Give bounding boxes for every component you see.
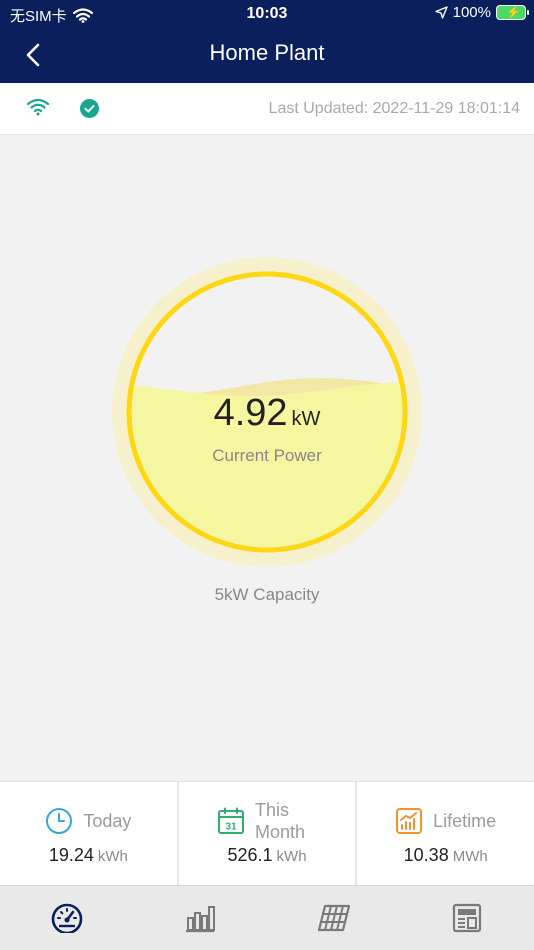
trending-chart-icon (396, 808, 423, 834)
check-circle-icon (80, 99, 99, 118)
stat-month-unit: kWh (276, 848, 307, 865)
stat-today-label: Today (83, 811, 132, 831)
wifi-icon (26, 98, 50, 116)
clock-icon (46, 808, 73, 834)
bottom-tab-bar (0, 885, 534, 950)
calendar-icon: 31 (218, 807, 244, 834)
current-power-readout: 4.92 kW (0, 392, 534, 435)
current-power-label: Current Power (212, 446, 322, 465)
connection-status (26, 97, 50, 122)
energy-stats: Today 19.24 kWh 31 This Month 526.1 kWh Li… (0, 781, 534, 885)
battery-icon: ⚡ (496, 5, 529, 20)
stat-lifetime[interactable]: Lifetime 10.38 MWh (357, 782, 534, 885)
stat-month-value: 526.1 (227, 845, 273, 865)
stat-month-label: This Month (255, 800, 306, 842)
speedometer-icon (51, 903, 83, 933)
tab-solar-panels[interactable] (267, 886, 401, 950)
location-arrow-icon (434, 6, 448, 19)
bar-chart-icon (186, 906, 216, 933)
stat-today-value: 19.24 (48, 845, 94, 865)
page-title: Home Plant (209, 40, 325, 65)
stat-lifetime-unit: MWh (452, 848, 488, 865)
svg-text:31: 31 (225, 822, 237, 833)
stat-today-unit: kWh (97, 848, 128, 865)
current-power-value: 4.92 (213, 392, 288, 434)
tab-news[interactable] (401, 886, 534, 950)
stat-this-month[interactable]: 31 This Month 526.1 kWh (178, 782, 356, 885)
last-updated-text: Last Updated: 2022-11-29 18:01:14 (268, 100, 520, 117)
status-right-group: 100% ⚡ (434, 4, 529, 21)
newspaper-icon (453, 903, 482, 933)
app-header: 无SIM卡 10:03 100% ⚡ Home Plant (0, 0, 534, 83)
tab-statistics[interactable] (134, 886, 268, 950)
tab-dashboard[interactable] (0, 886, 134, 950)
status-bar: 无SIM卡 10:03 100% ⚡ (0, 0, 534, 28)
stat-lifetime-value: 10.38 (403, 845, 449, 865)
current-power-unit: kW (291, 408, 321, 430)
stat-today[interactable]: Today 19.24 kWh (0, 782, 177, 885)
capacity-label: 5kW Capacity (214, 585, 320, 604)
battery-percent: 100% (452, 4, 491, 21)
stat-lifetime-label: Lifetime (433, 811, 497, 831)
solar-panel-icon (317, 904, 350, 932)
plant-status-row: Last Updated: 2022-11-29 18:01:14 (0, 83, 534, 135)
